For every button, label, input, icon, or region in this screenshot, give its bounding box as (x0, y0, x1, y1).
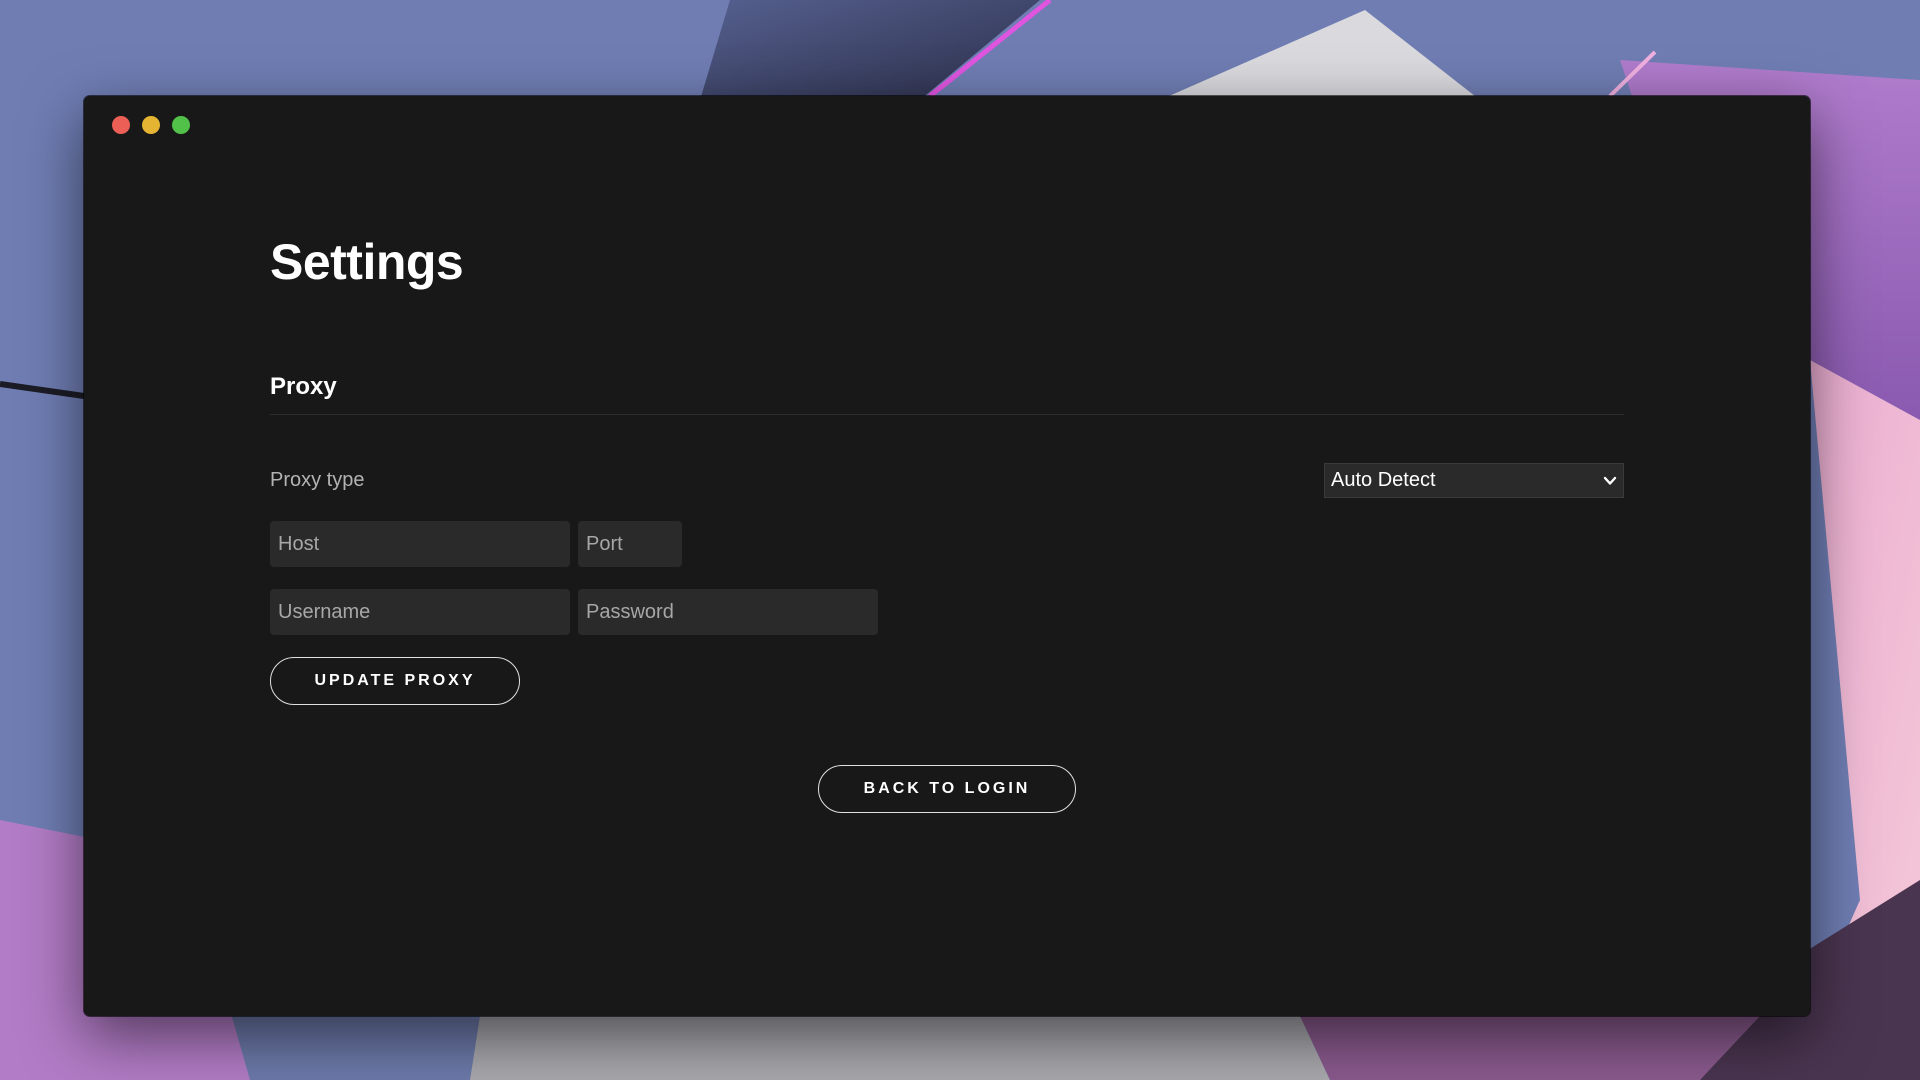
back-to-login-wrap: BACK TO LOGIN (270, 765, 1624, 813)
window-controls (112, 116, 190, 134)
back-to-login-button[interactable]: BACK TO LOGIN (818, 765, 1076, 813)
proxy-section-title: Proxy (270, 373, 337, 400)
section-divider (270, 414, 1624, 415)
proxy-type-selected-value: Auto Detect (1331, 469, 1436, 491)
host-input[interactable] (270, 521, 570, 567)
minimize-window-button[interactable] (142, 116, 160, 134)
port-input[interactable] (578, 521, 682, 567)
app-window: Settings Proxy Proxy type Auto Detect Ho… (84, 96, 1810, 1016)
proxy-type-select[interactable]: Auto Detect (1324, 463, 1624, 498)
desktop-wallpaper: Settings Proxy Proxy type Auto Detect Ho… (0, 0, 1920, 1080)
settings-content: Settings Proxy Proxy type Auto Detect Ho… (270, 232, 1624, 813)
zoom-window-button[interactable] (172, 116, 190, 134)
password-input[interactable] (578, 589, 878, 635)
host-port-row (270, 521, 1624, 567)
proxy-type-row: Proxy type Auto Detect (270, 463, 1624, 499)
update-proxy-button[interactable]: UPDATE PROXY (270, 657, 520, 705)
credentials-row (270, 589, 1624, 635)
proxy-type-label: Proxy type (270, 469, 365, 491)
username-input[interactable] (270, 589, 570, 635)
page-title: Settings (270, 234, 464, 290)
chevron-down-icon (1603, 476, 1617, 485)
close-window-button[interactable] (112, 116, 130, 134)
